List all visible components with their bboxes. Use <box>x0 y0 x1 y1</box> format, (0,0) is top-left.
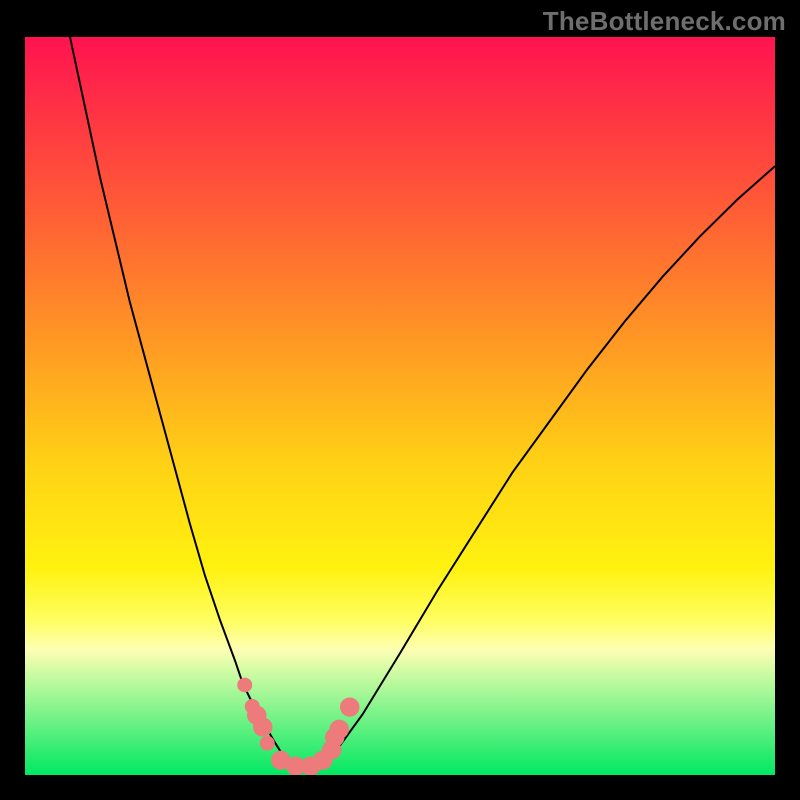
chart-series-curve-left <box>70 37 291 765</box>
chart-marker <box>237 678 252 693</box>
chart-svg <box>25 37 775 775</box>
plot-area <box>25 37 775 775</box>
chart-marker <box>330 720 349 739</box>
chart-frame: TheBottleneck.com <box>0 0 800 800</box>
chart-series-curve-right <box>325 166 775 762</box>
chart-marker <box>340 698 360 717</box>
chart-marker <box>253 717 272 736</box>
watermark-text: TheBottleneck.com <box>543 6 786 37</box>
chart-marker <box>260 736 275 751</box>
